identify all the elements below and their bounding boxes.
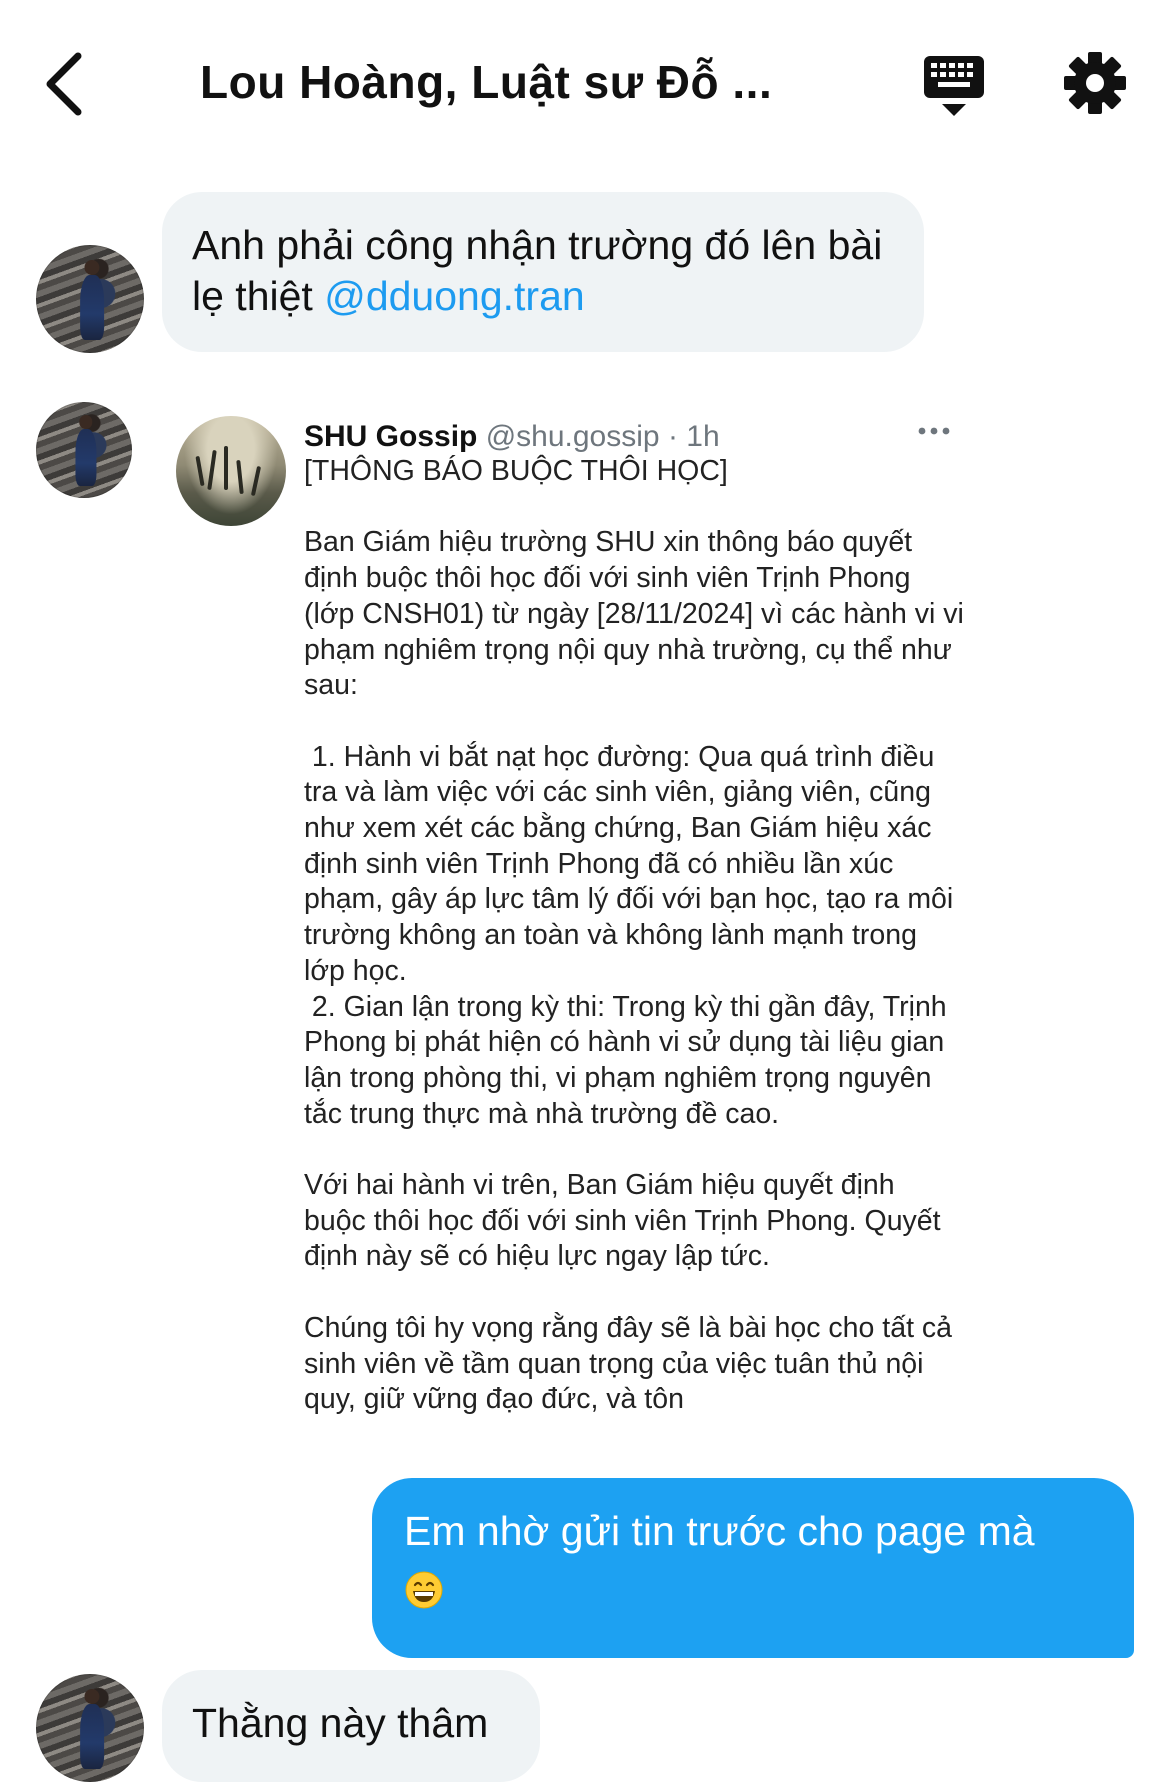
tweet-paragraph: 2. Gian lận trong kỳ thi: Trong kỳ thi g…	[304, 990, 955, 1130]
avatar-head	[84, 260, 100, 276]
tweet-paragraph: 1. Hành vi bắt nạt học đường: Qua quá tr…	[304, 740, 962, 987]
avatar-silhouette	[195, 455, 205, 487]
avatar-figure	[75, 428, 97, 487]
avatar-silhouette	[224, 446, 228, 490]
message-bubble-outgoing[interactable]: Em nhờ gửi tin trước cho page mà	[372, 1478, 1134, 1658]
message-bubble-incoming[interactable]: Thằng này thâm	[162, 1670, 540, 1782]
tweet-paragraph: [THÔNG BÁO BUỘC THÔI HỌC]	[304, 455, 728, 487]
tweet-paragraph: Với hai hành vi trên, Ban Giám hiệu quyế…	[304, 1169, 949, 1273]
more-horizontal-icon	[918, 427, 950, 435]
tweet-header: SHU Gossip @shu.gossip · 1h	[304, 418, 720, 456]
shared-tweet-card[interactable]: SHU Gossip @shu.gossip · 1h [THÔNG BÁO B…	[176, 412, 964, 1462]
avatar-silhouette	[250, 465, 262, 497]
tweet-author-handle[interactable]: @shu.gossip	[486, 420, 660, 453]
tweet-author-name[interactable]: SHU Gossip	[304, 420, 477, 453]
grinning-face-emoji-icon	[405, 1571, 443, 1609]
mention-link[interactable]: @dduong.tran	[324, 273, 584, 319]
tweet-text: [THÔNG BÁO BUỘC THÔI HỌC] Ban Giám hiệu …	[304, 454, 964, 1418]
message-text: Thằng này thâm	[192, 1700, 489, 1746]
keyboard-toggle-button[interactable]	[920, 52, 988, 118]
avatar-figure	[80, 1704, 105, 1770]
tweet-paragraph: Chúng tôi hy vọng rằng đây sẽ là bài học…	[304, 1311, 960, 1416]
tweet-timestamp: · 1h	[667, 420, 720, 453]
tweet-paragraph: Ban Giám hiệu trường SHU xin thông báo q…	[304, 526, 972, 702]
tweet-more-button[interactable]	[914, 416, 954, 446]
avatar-figure	[80, 275, 105, 341]
keyboard-icon	[924, 56, 984, 116]
back-button[interactable]	[38, 48, 98, 120]
conversation-header: Lou Hoàng, Luật sư Đỗ ...	[0, 0, 1170, 170]
message-text: Em nhờ gửi tin trước cho page mà	[404, 1508, 1035, 1554]
avatar-head	[84, 1689, 100, 1705]
tweet-author-avatar[interactable]	[176, 416, 286, 526]
sender-avatar[interactable]	[36, 402, 132, 498]
gear-icon	[1064, 52, 1126, 114]
chevron-left-icon	[46, 52, 82, 116]
avatar-head	[79, 415, 93, 429]
settings-button[interactable]	[1062, 50, 1128, 116]
avatar-silhouette	[236, 459, 244, 495]
conversation-title[interactable]: Lou Hoàng, Luật sư Đỗ ...	[200, 55, 840, 109]
message-bubble-incoming[interactable]: Anh phải công nhận trường đó lên bài lẹ …	[162, 192, 924, 352]
avatar-silhouette	[207, 449, 217, 491]
sender-avatar[interactable]	[36, 1674, 144, 1782]
sender-avatar[interactable]	[36, 245, 144, 353]
